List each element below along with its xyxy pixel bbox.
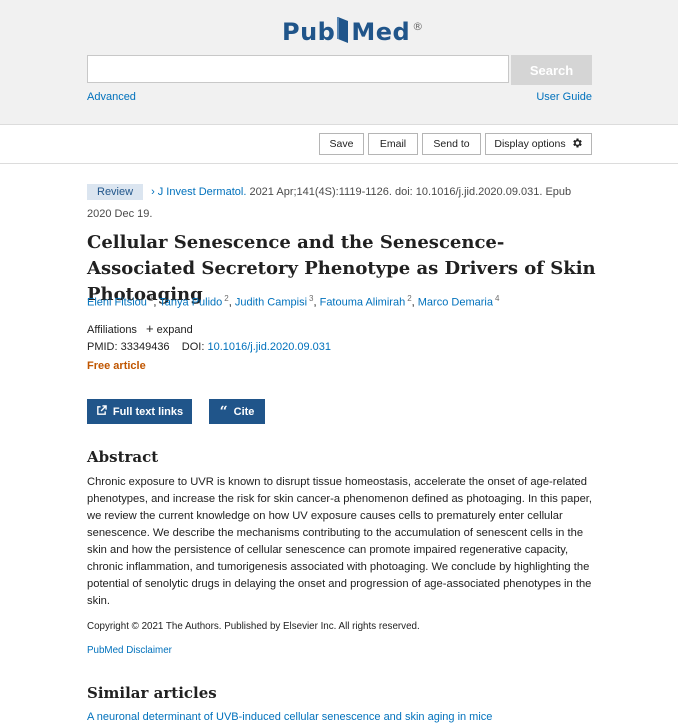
- doi-link[interactable]: 10.1016/j.jid.2020.09.031: [207, 341, 331, 353]
- email-button-label: Email: [379, 138, 407, 150]
- chevron-right-icon: ›: [151, 186, 155, 198]
- author-link[interactable]: Fatouma Alimirah: [320, 297, 406, 309]
- expand-label: expand: [156, 324, 193, 336]
- logo-book-icon: [336, 15, 350, 45]
- doi-label: DOI:: [181, 341, 205, 353]
- header: Pub Med ® Search Advanced User Guide: [0, 0, 678, 125]
- send-to-button[interactable]: Send to: [422, 133, 481, 155]
- identifiers: PMID: 33349436 DOI: 10.1016/j.jid.2020.0…: [87, 341, 331, 353]
- journal-link[interactable]: J Invest Dermatol.: [158, 186, 247, 198]
- similar-article-link[interactable]: A neuronal determinant of UVB-induced ce…: [87, 711, 557, 723]
- action-toolbar: Save Email Send to Display options: [0, 125, 678, 164]
- logo-text-med: Med: [351, 18, 411, 46]
- full-text-links-label: Full text links: [112, 405, 184, 418]
- advanced-search-link[interactable]: Advanced: [87, 91, 136, 103]
- abstract-heading: Abstract: [87, 448, 159, 466]
- author-link[interactable]: Judith Campisi: [235, 297, 307, 309]
- citation-line: Review › J Invest Dermatol. 2021 Apr;141(4…: [87, 181, 597, 225]
- author-link[interactable]: Marco Demaria: [418, 297, 493, 309]
- display-options-label: Display options: [494, 138, 566, 150]
- email-button[interactable]: Email: [368, 133, 418, 155]
- full-text-links-button[interactable]: Full text links: [87, 399, 192, 424]
- cite-button[interactable]: “ Cite: [209, 399, 265, 424]
- display-options-button[interactable]: Display options: [485, 133, 592, 155]
- send-to-button-label: Send to: [433, 138, 470, 150]
- gear-icon: [571, 137, 583, 152]
- search-input[interactable]: [87, 55, 509, 83]
- pubmed-disclaimer-link[interactable]: PubMed Disclaimer: [87, 645, 172, 656]
- review-badge: Review: [87, 184, 144, 201]
- author-affiliation-number[interactable]: 4: [495, 294, 499, 303]
- save-button-label: Save: [329, 138, 354, 150]
- free-article-label: Free article: [87, 360, 146, 372]
- affiliations-label: Affiliations: [87, 324, 137, 336]
- search-button[interactable]: Search: [511, 55, 592, 85]
- author-link[interactable]: Eleni Fitsiou: [87, 297, 147, 309]
- pubmed-logo[interactable]: Pub Med ®: [282, 15, 424, 48]
- similar-articles-heading: Similar articles: [87, 684, 217, 702]
- registered-mark: ®: [412, 20, 424, 33]
- quote-icon: “: [219, 403, 228, 420]
- author-link[interactable]: Tanya Pulido: [159, 297, 222, 309]
- plus-icon: +: [146, 321, 154, 336]
- abstract-body: Chronic exposure to UVR is known to disr…: [87, 476, 593, 607]
- save-button[interactable]: Save: [319, 133, 364, 155]
- copyright-notice: Copyright © 2021 The Authors. Published …: [87, 621, 420, 632]
- author-list: Eleni Fitsiou 1, Tanya Pulido 2, Judith Ca…: [87, 294, 500, 309]
- cite-label: Cite: [233, 405, 255, 418]
- user-guide-link[interactable]: User Guide: [536, 91, 592, 103]
- logo-text-pub: Pub: [282, 18, 336, 46]
- pmid: PMID: 33349436: [87, 341, 170, 353]
- affiliations-toggle[interactable]: Affiliations + expand: [87, 321, 193, 336]
- external-link-icon: [96, 404, 107, 419]
